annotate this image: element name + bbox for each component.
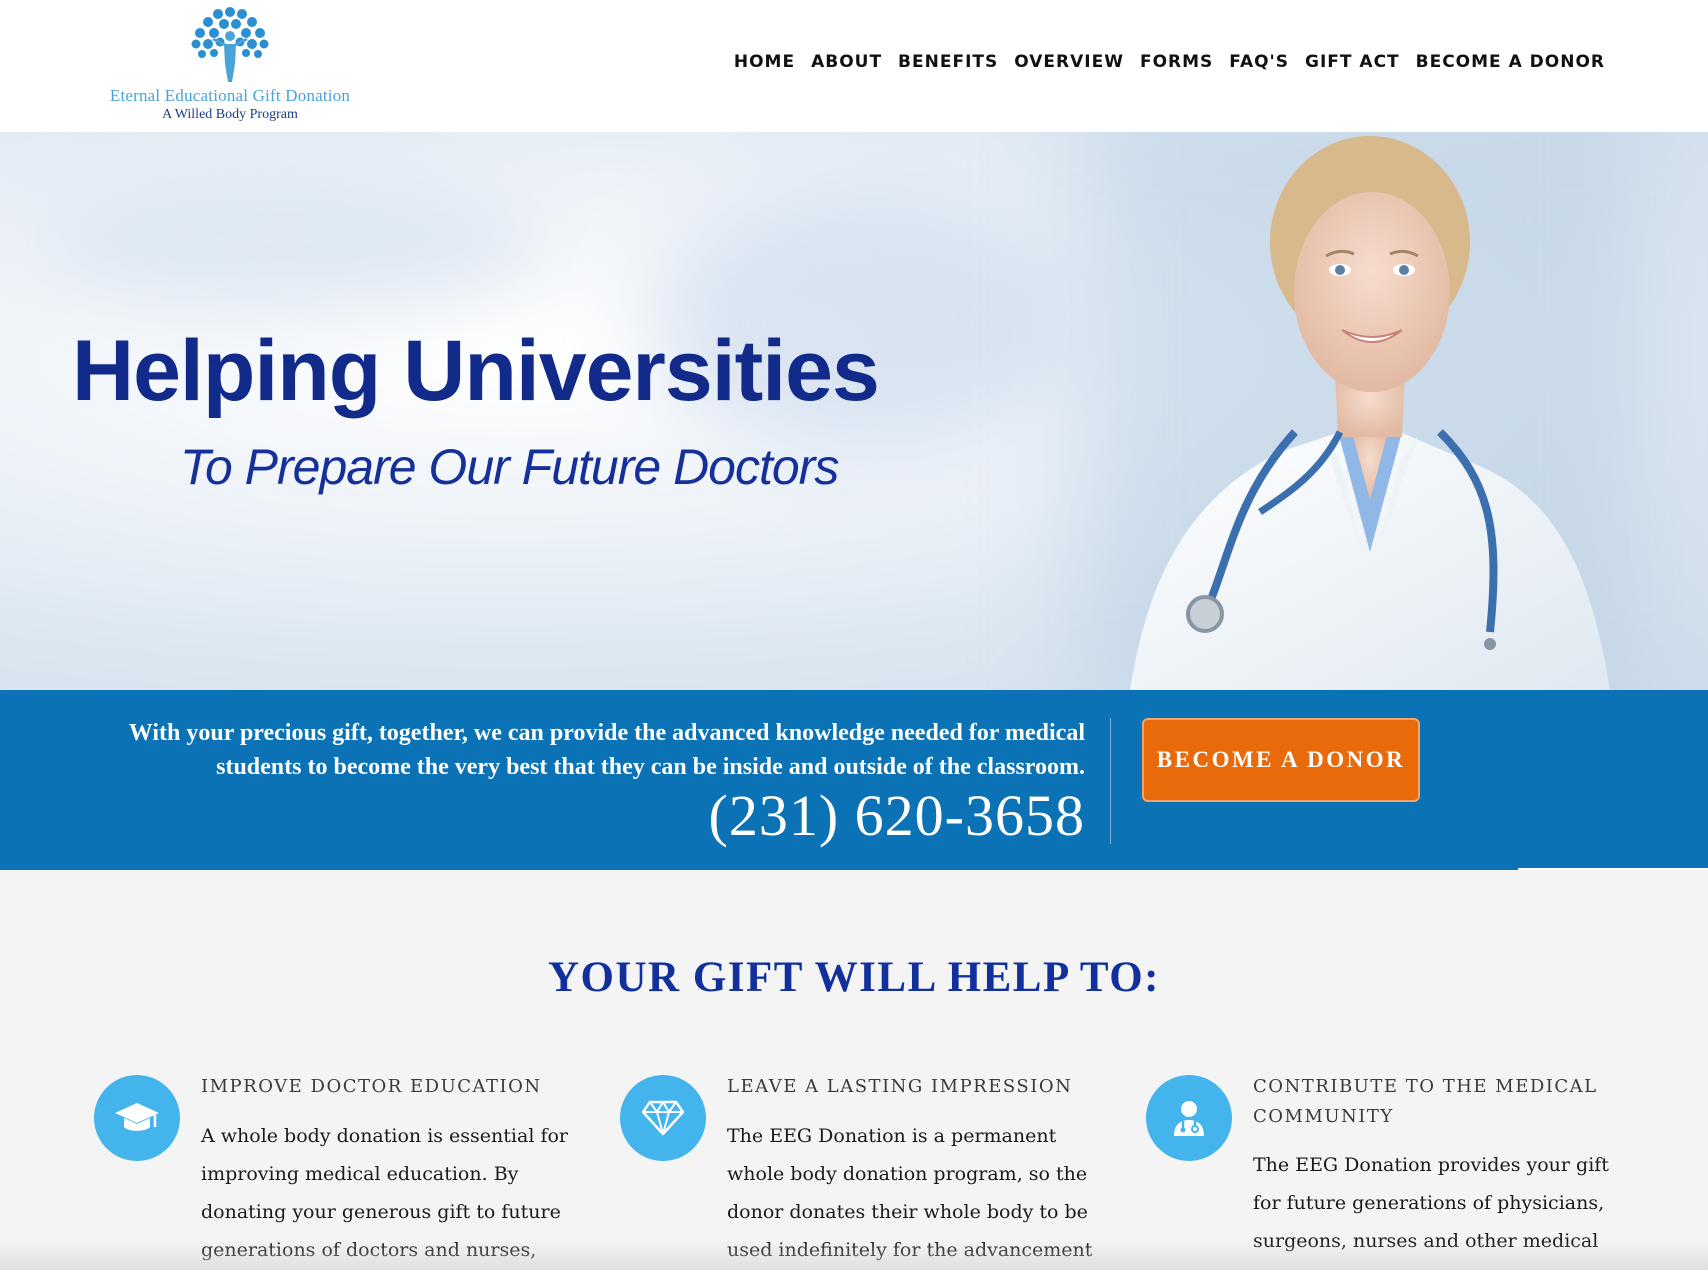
feature-title: IMPROVE DOCTOR EDUCATION xyxy=(201,1076,542,1097)
logo-name: Eternal Educational Gift Donation xyxy=(109,86,351,105)
nav-forms[interactable]: FORMS xyxy=(1140,52,1213,72)
diamond-icon xyxy=(620,1075,706,1161)
site-logo[interactable]: Eternal Educational Gift Donation A Will… xyxy=(90,2,370,128)
nav-home[interactable]: HOME xyxy=(734,52,795,72)
graduation-cap-icon xyxy=(94,1075,180,1161)
nav-faqs[interactable]: FAQ'S xyxy=(1229,52,1289,72)
band-divider xyxy=(1110,718,1111,844)
hero-background-blur xyxy=(40,172,540,312)
phone-number[interactable]: (231) 620-3658 xyxy=(709,782,1085,849)
feature-title: CONTRIBUTE TO THE MEDICAL COMMUNITY xyxy=(1253,1076,1598,1127)
hero-title: Helping Universities xyxy=(72,323,880,419)
main-nav: HOME ABOUT BENEFITS OVERVIEW FORMS FAQ'S… xyxy=(718,52,1605,72)
feature-title: LEAVE A LASTING IMPRESSION xyxy=(727,1076,1073,1097)
logo-tagline: A Willed Body Program xyxy=(162,107,298,122)
nav-about[interactable]: ABOUT xyxy=(811,52,882,72)
doctor-icon xyxy=(1146,1075,1232,1161)
become-donor-button[interactable]: BECOME A DONOR xyxy=(1142,718,1420,802)
doctor-image xyxy=(1130,136,1610,690)
nav-overview[interactable]: OVERVIEW xyxy=(1014,52,1124,72)
section-title: YOUR GIFT WILL HELP TO: xyxy=(548,954,1160,1001)
cta-text: With your precious gift, together, we ca… xyxy=(128,720,1085,780)
hero-banner: Helping Universities To Prepare Our Futu… xyxy=(0,132,1708,690)
nav-benefits[interactable]: BENEFITS xyxy=(898,52,998,72)
cta-band: With your precious gift, together, we ca… xyxy=(0,690,1708,870)
site-header: Eternal Educational Gift Donation A Will… xyxy=(0,0,1708,132)
tree-logo-icon xyxy=(191,7,269,82)
band-accent-line xyxy=(1518,868,1708,870)
nav-become-a-donor[interactable]: BECOME A DONOR xyxy=(1416,52,1605,72)
nav-gift-act[interactable]: GIFT ACT xyxy=(1305,52,1400,72)
bottom-fade xyxy=(0,1240,1708,1270)
hero-subtitle: To Prepare Our Future Doctors xyxy=(180,439,839,495)
